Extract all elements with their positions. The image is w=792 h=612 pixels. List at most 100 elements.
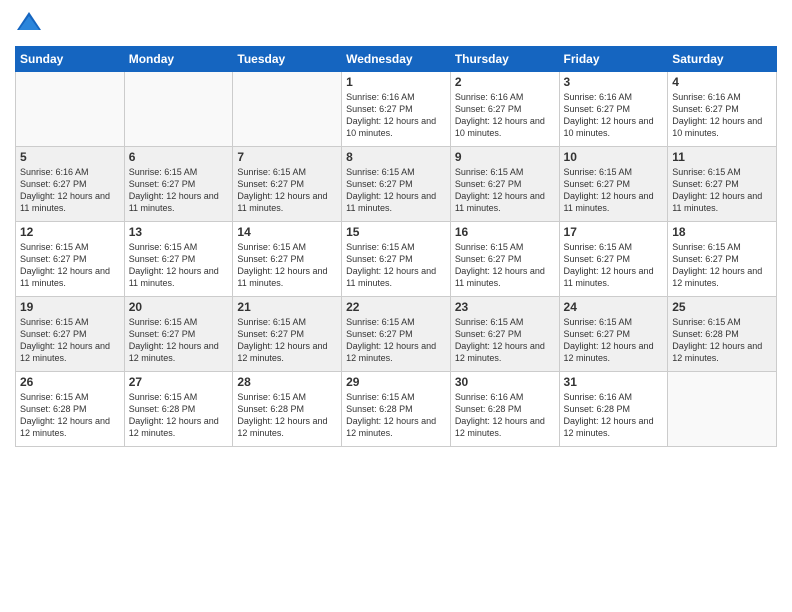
day-cell: 13Sunrise: 6:15 AM Sunset: 6:27 PM Dayli… [124, 222, 233, 297]
day-number: 22 [346, 300, 446, 314]
week-row-2: 5Sunrise: 6:16 AM Sunset: 6:27 PM Daylig… [16, 147, 777, 222]
day-number: 12 [20, 225, 120, 239]
day-number: 18 [672, 225, 772, 239]
day-info: Sunrise: 6:15 AM Sunset: 6:27 PM Dayligh… [237, 241, 337, 290]
day-number: 21 [237, 300, 337, 314]
day-info: Sunrise: 6:16 AM Sunset: 6:27 PM Dayligh… [346, 91, 446, 140]
day-info: Sunrise: 6:15 AM Sunset: 6:28 PM Dayligh… [672, 316, 772, 365]
header-cell-tuesday: Tuesday [233, 47, 342, 72]
day-info: Sunrise: 6:15 AM Sunset: 6:27 PM Dayligh… [672, 241, 772, 290]
day-number: 16 [455, 225, 555, 239]
day-cell: 17 Sunrise: 6:15 AM Sunset: 6:27 PM Dayli… [559, 222, 668, 297]
day-number: 25 [672, 300, 772, 314]
day-cell: 6 Sunrise: 6:15 AM Sunset: 6:27 PM Daylig… [124, 147, 233, 222]
header-cell-monday: Monday [124, 47, 233, 72]
day-number: 26 [20, 375, 120, 389]
day-info: Sunrise: 6:15 AM Sunset: 6:27 PM Dayligh… [237, 316, 337, 365]
day-number: 24 [564, 300, 664, 314]
day-number: 14 [237, 225, 337, 239]
calendar-header: SundayMondayTuesdayWednesdayThursdayFrid… [16, 47, 777, 72]
day-cell: 23 Sunrise: 6:15 AM Sunset: 6:27 PM Dayli… [450, 297, 559, 372]
day-number: 8 [346, 150, 446, 164]
day-number: 27 [129, 375, 229, 389]
day-cell: 22 Sunrise: 6:15 AM Sunset: 6:27 PM Dayli… [342, 297, 451, 372]
day-cell: 3Sunrise: 6:16 AM Sunset: 6:27 PM Daylig… [559, 72, 668, 147]
logo-icon [15, 10, 43, 38]
week-row-4: 19 Sunrise: 6:15 AM Sunset: 6:27 PM Dayli… [16, 297, 777, 372]
day-cell: 4 Sunrise: 6:16 AM Sunset: 6:27 PM Daylig… [668, 72, 777, 147]
day-number: 11 [672, 150, 772, 164]
day-number: 17 [564, 225, 664, 239]
day-number: 9 [455, 150, 555, 164]
day-number: 29 [346, 375, 446, 389]
day-number: 7 [237, 150, 337, 164]
day-number: 23 [455, 300, 555, 314]
day-number: 19 [20, 300, 120, 314]
day-cell: 31 Sunrise: 6:16 AM Sunset: 6:28 PM Dayli… [559, 372, 668, 447]
day-info: Sunrise: 6:15 AM Sunset: 6:27 PM Dayligh… [129, 241, 229, 290]
day-number: 2 [455, 75, 555, 89]
day-cell: 2 Sunrise: 6:16 AM Sunset: 6:27 PM Daylig… [450, 72, 559, 147]
day-cell: 12Sunrise: 6:15 AM Sunset: 6:27 PM Dayli… [16, 222, 125, 297]
logo [15, 10, 47, 38]
day-info: Sunrise: 6:15 AM Sunset: 6:27 PM Dayligh… [564, 166, 664, 215]
day-cell: 8 Sunrise: 6:15 AM Sunset: 6:27 PM Daylig… [342, 147, 451, 222]
day-number: 20 [129, 300, 229, 314]
day-cell [124, 72, 233, 147]
header-cell-saturday: Saturday [668, 47, 777, 72]
day-number: 4 [672, 75, 772, 89]
day-info: Sunrise: 6:15 AM Sunset: 6:27 PM Dayligh… [455, 166, 555, 215]
day-info: Sunrise: 6:15 AM Sunset: 6:27 PM Dayligh… [237, 166, 337, 215]
day-cell: 30 Sunrise: 6:16 AM Sunset: 6:28 PM Dayli… [450, 372, 559, 447]
day-info: Sunrise: 6:15 AM Sunset: 6:27 PM Dayligh… [346, 241, 446, 290]
day-cell: 15Sunrise: 6:15 AM Sunset: 6:27 PM Dayli… [342, 222, 451, 297]
day-cell: 14 Sunrise: 6:15 AM Sunset: 6:27 PM Dayli… [233, 222, 342, 297]
day-info: Sunrise: 6:15 AM Sunset: 6:27 PM Dayligh… [20, 316, 120, 365]
header-cell-wednesday: Wednesday [342, 47, 451, 72]
day-number: 10 [564, 150, 664, 164]
day-cell: 27 Sunrise: 6:15 AM Sunset: 6:28 PM Dayli… [124, 372, 233, 447]
day-info: Sunrise: 6:16 AM Sunset: 6:28 PM Dayligh… [455, 391, 555, 440]
day-info: Sunrise: 6:15 AM Sunset: 6:27 PM Dayligh… [455, 316, 555, 365]
day-info: Sunrise: 6:16 AM Sunset: 6:28 PM Dayligh… [564, 391, 664, 440]
day-info: Sunrise: 6:15 AM Sunset: 6:27 PM Dayligh… [564, 241, 664, 290]
day-cell: 29 Sunrise: 6:15 AM Sunset: 6:28 PM Dayli… [342, 372, 451, 447]
day-info: Sunrise: 6:16 AM Sunset: 6:27 PM Dayligh… [455, 91, 555, 140]
day-cell: 5Sunrise: 6:16 AM Sunset: 6:27 PM Daylig… [16, 147, 125, 222]
day-number: 30 [455, 375, 555, 389]
day-number: 28 [237, 375, 337, 389]
day-cell: 7 Sunrise: 6:15 AM Sunset: 6:27 PM Daylig… [233, 147, 342, 222]
day-info: Sunrise: 6:15 AM Sunset: 6:27 PM Dayligh… [672, 166, 772, 215]
day-cell: 28 Sunrise: 6:15 AM Sunset: 6:28 PM Dayli… [233, 372, 342, 447]
header-cell-sunday: Sunday [16, 47, 125, 72]
day-info: Sunrise: 6:15 AM Sunset: 6:28 PM Dayligh… [346, 391, 446, 440]
calendar: SundayMondayTuesdayWednesdayThursdayFrid… [15, 46, 777, 447]
day-number: 1 [346, 75, 446, 89]
header [15, 10, 777, 38]
day-info: Sunrise: 6:15 AM Sunset: 6:28 PM Dayligh… [237, 391, 337, 440]
day-cell: 1 Sunrise: 6:16 AM Sunset: 6:27 PM Daylig… [342, 72, 451, 147]
week-row-5: 26 Sunrise: 6:15 AM Sunset: 6:28 PM Dayli… [16, 372, 777, 447]
day-cell: 21 Sunrise: 6:15 AM Sunset: 6:27 PM Dayli… [233, 297, 342, 372]
day-cell: 18 Sunrise: 6:15 AM Sunset: 6:27 PM Dayli… [668, 222, 777, 297]
day-info: Sunrise: 6:16 AM Sunset: 6:27 PM Dayligh… [672, 91, 772, 140]
day-info: Sunrise: 6:15 AM Sunset: 6:28 PM Dayligh… [20, 391, 120, 440]
day-cell [16, 72, 125, 147]
header-cell-thursday: Thursday [450, 47, 559, 72]
day-info: Sunrise: 6:15 AM Sunset: 6:27 PM Dayligh… [564, 316, 664, 365]
day-info: Sunrise: 6:15 AM Sunset: 6:27 PM Dayligh… [455, 241, 555, 290]
day-info: Sunrise: 6:15 AM Sunset: 6:27 PM Dayligh… [346, 166, 446, 215]
day-number: 6 [129, 150, 229, 164]
day-cell: 19 Sunrise: 6:15 AM Sunset: 6:27 PM Dayli… [16, 297, 125, 372]
day-info: Sunrise: 6:15 AM Sunset: 6:27 PM Dayligh… [346, 316, 446, 365]
day-cell: 26 Sunrise: 6:15 AM Sunset: 6:28 PM Dayli… [16, 372, 125, 447]
day-info: Sunrise: 6:15 AM Sunset: 6:28 PM Dayligh… [129, 391, 229, 440]
day-cell: 25 Sunrise: 6:15 AM Sunset: 6:28 PM Dayli… [668, 297, 777, 372]
day-number: 31 [564, 375, 664, 389]
week-row-3: 12 Sunrise: 6:15 AM Sunset: 6:27 PM Dayli… [16, 222, 777, 297]
header-cell-friday: Friday [559, 47, 668, 72]
day-info: Sunrise: 6:15 AM Sunset: 6:27 PM Dayligh… [129, 316, 229, 365]
day-cell [233, 72, 342, 147]
day-number: 5 [20, 150, 120, 164]
day-info: Sunrise: 6:15 AM Sunset: 6:27 PM Dayligh… [129, 166, 229, 215]
